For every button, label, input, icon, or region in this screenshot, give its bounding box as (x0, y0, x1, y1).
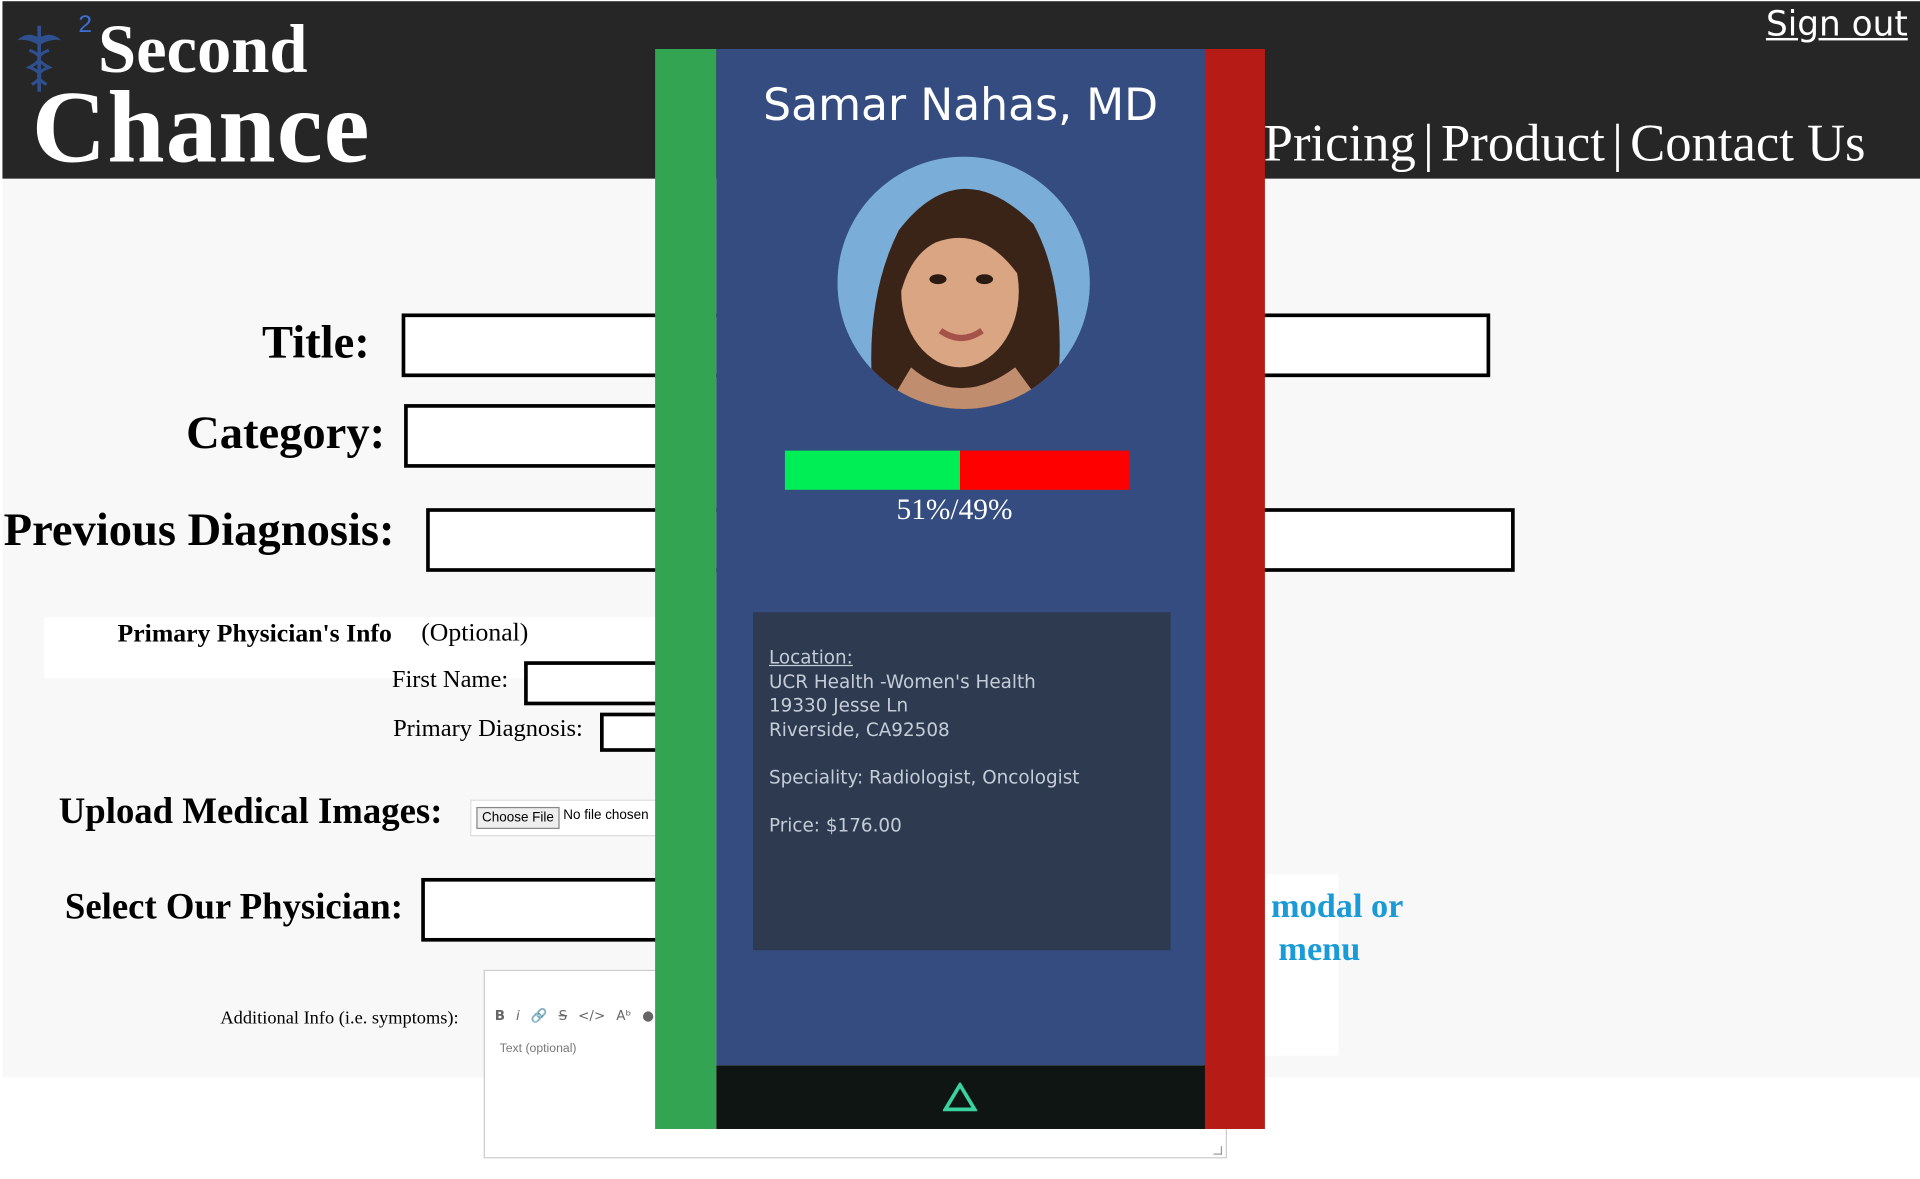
choose-file-button[interactable]: Choose File (476, 806, 560, 829)
nav-pricing[interactable]: Pricing (1264, 115, 1416, 173)
main-nav: Pricing | Product | Contact Us (1264, 114, 1866, 174)
editor-toolbar: Bi 🔗 S </> Aᵇ ● (495, 1008, 665, 1024)
physician-info-optional: (Optional) (421, 617, 529, 647)
code-icon[interactable]: </> (578, 1008, 605, 1024)
category-select[interactable] (404, 404, 662, 468)
physician-name: Samar Nahas, MD (763, 80, 1159, 132)
rating-percent: 51%/49% (896, 494, 1013, 527)
rating-ratio-bar (784, 450, 1129, 490)
font-size-icon[interactable]: Aᵇ (616, 1008, 631, 1024)
bold-icon[interactable]: B (495, 1008, 505, 1024)
editor-placeholder: Text (optional) (499, 1042, 577, 1056)
rating-negative-bar (960, 450, 1129, 490)
category-label: Category: (186, 407, 386, 460)
select-physician-label: Select Our Physician: (64, 886, 403, 927)
accept-swipe-panel[interactable] (655, 48, 717, 1129)
location-label: Location: (768, 646, 853, 669)
nav-contact-us[interactable]: Contact Us (1630, 115, 1865, 173)
nav-separator: | (1423, 115, 1434, 173)
physician-card: Samar Nahas, MD 51%/49% Location: UCR He… (655, 48, 1265, 1129)
card-footer (716, 1065, 1205, 1129)
link-icon[interactable]: 🔗 (531, 1008, 548, 1024)
primary-diagnosis-label: Primary Diagnosis: (393, 715, 583, 743)
modal-hint-line2: menu (1278, 930, 1361, 969)
nav-product[interactable]: Product (1441, 115, 1605, 173)
physician-photo (837, 156, 1090, 409)
file-status: No file chosen (563, 808, 649, 823)
strikethrough-icon[interactable]: S (559, 1008, 568, 1024)
location-line: UCR Health -Women's Health (768, 670, 1036, 693)
italic-icon[interactable]: i (516, 1008, 520, 1024)
price-text: Price: $176.00 (768, 814, 902, 837)
physician-portrait (837, 156, 1090, 409)
first-name-input[interactable] (524, 661, 662, 706)
resize-handle[interactable] (1213, 1146, 1223, 1155)
nav-separator: | (1612, 115, 1623, 173)
location-line: Riverside, CA92508 (768, 718, 950, 741)
modal-hint-line1: modal or (1271, 887, 1404, 926)
primary-diagnosis-input[interactable] (600, 712, 662, 752)
sign-out-link[interactable]: Sign out (1766, 4, 1908, 44)
physician-details: Location: UCR Health -Women's Health 193… (753, 612, 1171, 951)
title-label: Title: (262, 317, 370, 369)
additional-info-label: Additional Info (i.e. symptoms): (220, 1008, 459, 1029)
file-upload: Choose File No file chosen (470, 799, 659, 837)
speciality-text: Speciality: Radiologist, Oncologist (768, 766, 1080, 789)
first-name-label: First Name: (391, 666, 509, 694)
physician-info-heading: Primary Physician's Info (117, 618, 392, 648)
select-physician-input[interactable] (421, 877, 662, 942)
logo[interactable]: 2 Second Chance (12, 6, 416, 179)
logo-word-chance: Chance (31, 71, 371, 185)
logo-superscript: 2 (78, 11, 92, 38)
location-line: 19330 Jesse Ln (768, 694, 909, 717)
previous-diagnosis-label: Previous Diagnosis: (3, 504, 395, 556)
reject-swipe-panel[interactable] (1203, 48, 1265, 1129)
info-icon[interactable]: ● (642, 1008, 654, 1024)
physician-card-body: Samar Nahas, MD 51%/49% Location: UCR He… (716, 48, 1205, 1066)
triangle-up-icon[interactable] (942, 1082, 978, 1112)
rating-positive-bar (784, 450, 961, 490)
upload-images-label: Upload Medical Images: (58, 791, 443, 832)
